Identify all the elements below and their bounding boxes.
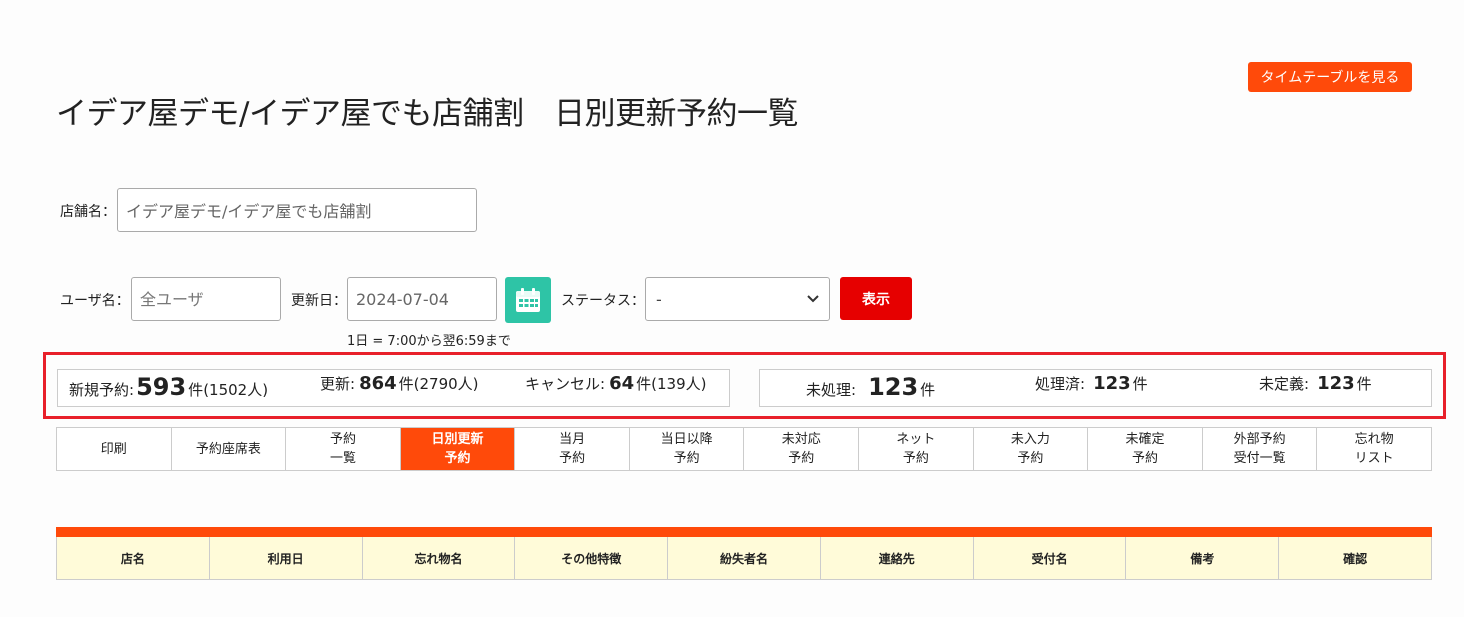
tab-unhandled[interactable]: 未対応 予約 <box>744 428 860 470</box>
calendar-button[interactable] <box>505 277 551 323</box>
unprocessed-stat: 未処理: 123 件 <box>806 373 936 401</box>
column-header: 紛失者名 <box>668 537 821 579</box>
new-count: 593 <box>136 373 187 401</box>
column-header: 受付名 <box>974 537 1127 579</box>
chevron-down-icon <box>807 295 819 303</box>
column-header: 利用日 <box>210 537 363 579</box>
tab-print[interactable]: 印刷 <box>57 428 172 470</box>
lost-items-table-header: 店名 利用日 忘れ物名 その他特徴 紛失者名 連絡先 受付名 備考 確認 <box>56 537 1432 580</box>
calendar-icon <box>516 288 540 312</box>
tab-not-entered[interactable]: 未入力 予約 <box>974 428 1089 470</box>
store-input[interactable] <box>117 188 477 232</box>
date-hint: 1日 = 7:00から翌6:59まで <box>347 334 511 349</box>
processed-count: 123 <box>1093 373 1131 394</box>
show-button[interactable]: 表示 <box>840 277 912 320</box>
tab-daily-updates[interactable]: 日別更新 予約 <box>400 428 516 470</box>
tab-unconfirmed[interactable]: 未確定 予約 <box>1088 428 1203 470</box>
user-input[interactable] <box>131 277 281 321</box>
new-reservation-stat: 新規予約: 593 件 (1502人) <box>69 373 269 401</box>
menu-tabs: 印刷 予約座席表 予約 一覧 日別更新 予約 当月 予約 当日以降 予約 未対応… <box>56 427 1432 471</box>
store-label: 店舗名： <box>60 204 116 220</box>
column-header: 忘れ物名 <box>363 537 516 579</box>
cancel-count: 64 <box>609 373 635 394</box>
column-header: 店名 <box>57 537 210 579</box>
update-stat: 更新: 864 件 (2790人) <box>320 373 479 394</box>
status-label: ステータス： <box>561 293 645 309</box>
tab-this-month[interactable]: 当月 予約 <box>515 428 630 470</box>
tab-from-today[interactable]: 当日以降 予約 <box>630 428 745 470</box>
processed-stat: 処理済: 123 件 <box>1035 373 1148 394</box>
tab-net[interactable]: ネット 予約 <box>859 428 974 470</box>
cancel-stat: キャンセル: 64 件 (139人) <box>525 373 707 394</box>
column-header: 備考 <box>1126 537 1280 579</box>
update-count: 864 <box>359 373 397 394</box>
tab-lost-items[interactable]: 忘れ物 リスト <box>1317 428 1431 470</box>
column-header: その他特徴 <box>515 537 669 579</box>
page-title: イデア屋デモ/イデア屋でも店舗割 日別更新予約一覧 <box>56 96 798 132</box>
status-select[interactable]: - <box>645 277 830 321</box>
status-selected-value: - <box>656 289 662 309</box>
tab-reservation-list[interactable]: 予約 一覧 <box>286 428 401 470</box>
page-root: タイムテーブルを見る イデア屋デモ/イデア屋でも店舗割 日別更新予約一覧 店舗名… <box>0 0 1464 617</box>
unprocessed-count: 123 <box>868 373 919 401</box>
tab-external[interactable]: 外部予約 受付一覧 <box>1203 428 1318 470</box>
tab-seat-chart[interactable]: 予約座席表 <box>172 428 287 470</box>
timetable-button[interactable]: タイムテーブルを見る <box>1248 62 1412 92</box>
table-accent-bar <box>56 527 1432 537</box>
undefined-count: 123 <box>1317 373 1355 394</box>
date-label: 更新日： <box>291 293 347 309</box>
date-input[interactable] <box>347 277 497 321</box>
undefined-stat: 未定義: 123 件 <box>1259 373 1372 394</box>
column-header: 確認 <box>1343 551 1368 566</box>
column-header: 連絡先 <box>821 537 974 579</box>
user-label: ユーザ名： <box>60 293 130 309</box>
